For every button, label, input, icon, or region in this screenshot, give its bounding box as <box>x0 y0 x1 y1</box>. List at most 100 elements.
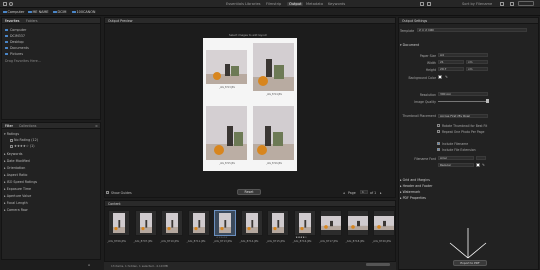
reset-button[interactable]: Reset <box>237 189 261 195</box>
font-size-input[interactable] <box>476 156 486 160</box>
breadcrumb-drive[interactable]: ME NAME <box>28 10 49 14</box>
filter-four-stars[interactable]: ★★★★☆ (1) <box>10 144 35 148</box>
star-filter-icon[interactable] <box>420 2 424 6</box>
layout-photo-4[interactable] <box>253 106 294 160</box>
boomerang-icon[interactable] <box>427 2 431 6</box>
workflow-icon[interactable] <box>510 2 514 6</box>
layout-photo-1[interactable] <box>206 50 247 84</box>
filter-iso[interactable]: ▸ ISO Speed Ratings <box>4 180 37 184</box>
template-dropdown[interactable]: 2 × 2 (4R) <box>417 28 527 32</box>
favorite-documents[interactable]: Documents <box>5 46 29 50</box>
filmstrip-item[interactable] <box>293 210 316 236</box>
grid-margins-section[interactable]: ▸ Grid and Margins <box>400 178 430 182</box>
filmstrip-item[interactable] <box>240 210 263 236</box>
height-input[interactable]: 29.7 <box>438 67 464 71</box>
width-label: Width <box>427 61 436 65</box>
breadcrumb-dcim[interactable]: DCIM <box>53 10 66 14</box>
layout-photo-2[interactable] <box>253 43 294 91</box>
filter-focal-length[interactable]: ▸ Focal Length <box>4 201 28 205</box>
tab-metadata[interactable]: Metadata <box>306 2 323 6</box>
filmstrip-item[interactable] <box>267 210 289 236</box>
filter-exposure-time[interactable]: ▸ Exposure Time <box>4 187 31 191</box>
header-footer-section[interactable]: ▸ Header and Footer <box>400 184 432 188</box>
filmstrip-item[interactable] <box>161 210 183 236</box>
rotate-icon[interactable] <box>9 2 13 6</box>
filter-keywords[interactable]: ▸ Keywords <box>4 152 23 156</box>
filmstrip-item[interactable] <box>320 210 342 236</box>
home-icon[interactable] <box>3 2 7 6</box>
favorite-desktop[interactable]: Desktop <box>5 40 24 44</box>
resolution-dropdown[interactable]: 300 ppi <box>438 92 488 96</box>
height-label: Height <box>425 68 436 72</box>
page-next-icon[interactable]: ▸ <box>380 191 382 195</box>
page-number-input[interactable]: 1 <box>360 190 368 194</box>
filter-aspect-ratio[interactable]: ▸ Aspect Ratio <box>4 173 27 177</box>
filename-font-dropdown[interactable]: Arial <box>438 156 474 160</box>
filmstrip-item[interactable] <box>214 210 236 236</box>
tab-libraries[interactable]: Libraries <box>245 2 261 6</box>
thumbnail-placement-label: Thumbnail Placement <box>402 114 436 118</box>
filmstrip-item[interactable] <box>187 210 210 236</box>
tab-keywords[interactable]: Keywords <box>328 2 345 6</box>
breadcrumb-100canon[interactable]: 100CANON <box>72 10 95 14</box>
include-extension-checkbox[interactable] <box>437 148 440 151</box>
tab-essentials[interactable]: Essentials <box>226 2 244 6</box>
layout-photo-3[interactable] <box>206 106 247 160</box>
font-style-dropdown[interactable]: Regular <box>438 163 474 167</box>
height-unit-dropdown[interactable]: cm <box>466 67 488 71</box>
font-color-swatch[interactable] <box>476 163 480 167</box>
watermark-section[interactable]: ▸ Watermark <box>400 190 420 194</box>
tab-filter[interactable]: Filter <box>5 124 13 128</box>
tab-favorites[interactable]: Favorites <box>5 19 19 23</box>
sort-order-icon[interactable] <box>500 2 504 6</box>
filmstrip-item[interactable] <box>373 210 395 236</box>
thumbnail-size-slider[interactable] <box>366 263 390 266</box>
pdf-properties-section[interactable]: ▸ PDF Properties <box>400 196 426 200</box>
four-stars-checkbox[interactable] <box>10 144 13 148</box>
thumbnail-placement-dropdown[interactable]: Across First (By Row) <box>438 114 488 118</box>
search-input[interactable] <box>518 1 534 6</box>
rotate-thumbnail-checkbox[interactable] <box>437 124 440 127</box>
favorite-computer[interactable]: Computer <box>5 28 26 32</box>
paper-size-dropdown[interactable]: A4 <box>438 53 488 57</box>
tab-filmstrip[interactable]: Filmstrip <box>266 2 281 6</box>
export-pdf-button[interactable]: Export to PDF <box>453 260 487 266</box>
eyedropper-icon[interactable]: ✎ <box>445 75 448 79</box>
thumbnail-rating[interactable]: ★★★★☆ <box>296 236 308 239</box>
folder-icon <box>72 10 76 14</box>
document-section[interactable]: ▾ Document <box>400 43 419 47</box>
width-input[interactable]: 21 <box>438 60 464 64</box>
background-color-swatch[interactable] <box>438 75 442 79</box>
favorite-dcim337[interactable]: DCIM337 <box>5 34 25 38</box>
filter-date-modified[interactable]: ▸ Date Modified <box>4 159 30 163</box>
image-quality-handle[interactable] <box>486 99 489 103</box>
eyedropper-icon[interactable]: ✎ <box>482 163 485 167</box>
favorite-pictures[interactable]: Pictures <box>5 52 23 56</box>
tab-folders[interactable]: Folders <box>26 19 38 23</box>
breadcrumb-computer[interactable]: Computer <box>3 10 24 14</box>
filter-camera-raw[interactable]: ▸ Camera Raw <box>4 208 28 212</box>
filmstrip-item[interactable] <box>134 210 157 236</box>
page-prev-icon[interactable]: ◂ <box>343 191 345 195</box>
pdf-page[interactable]: Select images to add layout _AIG_8713.JP… <box>203 33 297 171</box>
thumbnail-rating[interactable]: ☆☆☆☆☆ <box>216 236 228 239</box>
no-rating-checkbox[interactable] <box>10 138 13 142</box>
filter-ratings-header[interactable]: ▾ Ratings <box>4 132 19 136</box>
filter-aperture[interactable]: ▸ Aperture Value <box>4 194 31 198</box>
width-unit-dropdown[interactable]: cm <box>466 60 488 64</box>
menu-icon[interactable]: ≡ <box>95 124 98 128</box>
image-quality-slider[interactable] <box>438 101 488 102</box>
include-filename-checkbox[interactable] <box>437 142 440 145</box>
filter-orientation[interactable]: ▸ Orientation <box>4 166 25 170</box>
lock-icon[interactable]: ⌂ <box>88 263 90 267</box>
show-guides-checkbox[interactable] <box>106 191 109 194</box>
filter-no-rating[interactable]: No Rating (12) <box>10 138 38 142</box>
filmstrip-item[interactable] <box>346 210 369 236</box>
sort-dropdown[interactable]: Sort by Filename <box>462 2 492 6</box>
thumbnail-label: _AIG_8707.JPG <box>133 240 153 243</box>
tab-collections[interactable]: Collections <box>19 124 36 128</box>
output-settings-title: Output Settings <box>402 19 428 24</box>
repeat-photo-checkbox[interactable] <box>437 130 440 133</box>
filmstrip-item[interactable] <box>108 210 130 236</box>
tab-output[interactable]: Output <box>287 2 304 6</box>
